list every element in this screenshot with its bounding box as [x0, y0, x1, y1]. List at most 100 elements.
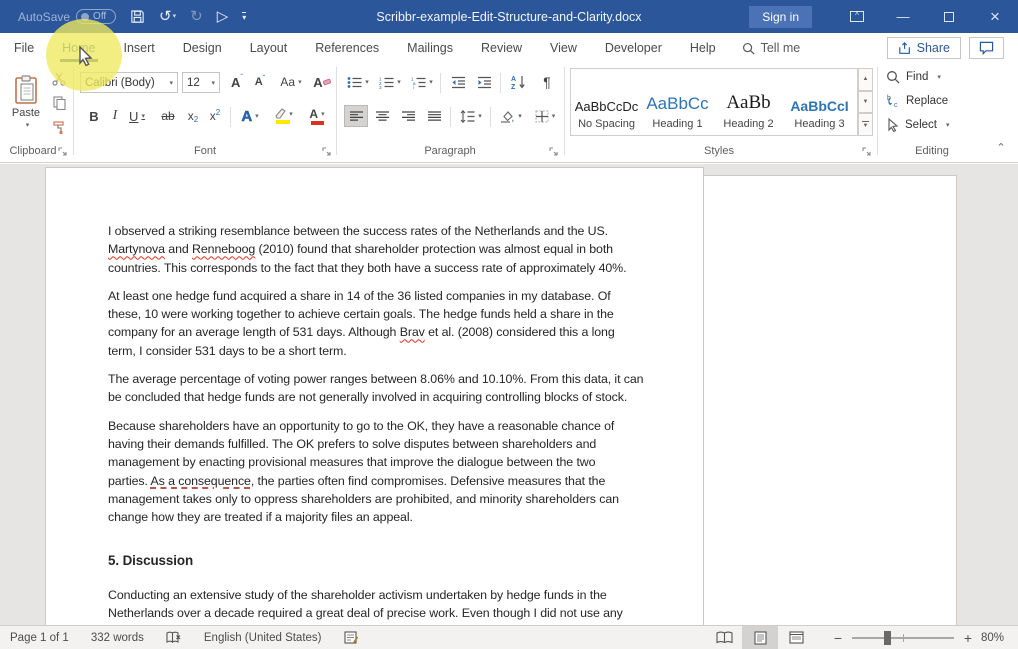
replace-button[interactable]: bc Replace: [886, 94, 948, 108]
styles-scroll-up-icon[interactable]: ▲: [858, 68, 873, 91]
increase-indent-button[interactable]: [472, 71, 496, 93]
font-name-combobox[interactable]: Calibri (Body)▾: [80, 72, 178, 93]
styles-dialog-launcher[interactable]: [862, 147, 872, 157]
tell-me-box[interactable]: Tell me: [730, 41, 813, 55]
shrink-font-button[interactable]: Aˇ: [249, 71, 271, 93]
numbering-button[interactable]: 123▾: [376, 71, 404, 93]
cut-button[interactable]: [48, 69, 70, 89]
align-left-button[interactable]: [344, 105, 368, 127]
read-mode-button[interactable]: [706, 626, 742, 649]
strikethrough-button[interactable]: ab: [156, 105, 180, 127]
find-button[interactable]: Find▾: [886, 70, 941, 84]
proofing-status-icon[interactable]: [166, 631, 182, 644]
bold-button[interactable]: B: [84, 105, 104, 127]
tab-help[interactable]: Help: [676, 34, 730, 62]
document-paragraph[interactable]: At least one hedge fund acquired a share…: [108, 289, 668, 362]
document-page[interactable]: I observed a striking resemblance betwee…: [45, 167, 704, 625]
document-paragraph[interactable]: The average percentage of voting power r…: [108, 372, 668, 409]
bullets-button[interactable]: ▾: [344, 71, 372, 93]
tab-references[interactable]: References: [301, 34, 393, 62]
styles-scroll-down-icon[interactable]: ▼: [858, 91, 873, 114]
close-button[interactable]: ×: [972, 0, 1018, 33]
text-effects-dropdown-icon[interactable]: ▾: [255, 112, 259, 120]
tab-design[interactable]: Design: [169, 34, 236, 62]
format-painter-button[interactable]: [48, 117, 70, 137]
change-case-button[interactable]: Aa▾: [276, 71, 306, 93]
grow-font-button[interactable]: Aˆ: [226, 71, 248, 93]
document-heading[interactable]: 5. Discussion: [108, 553, 668, 571]
zoom-percentage[interactable]: 80%: [974, 632, 1018, 644]
line-spacing-dropdown-icon[interactable]: ▾: [478, 112, 482, 120]
collapse-ribbon-icon[interactable]: ⌃: [992, 139, 1010, 155]
multilevel-list-button[interactable]: 1ai▾: [408, 71, 436, 93]
text-effects-button[interactable]: A▾: [236, 105, 264, 127]
page-indicator[interactable]: Page 1 of 1: [10, 632, 69, 644]
clear-formatting-button[interactable]: A: [310, 71, 334, 93]
highlight-dropdown-icon[interactable]: ▾: [289, 110, 293, 118]
macro-record-icon[interactable]: [344, 631, 359, 644]
document-paragraph[interactable]: Conducting an extensive study of the sha…: [108, 588, 668, 625]
share-button[interactable]: Share: [887, 37, 961, 59]
show-hide-paragraph-button[interactable]: ¶: [536, 71, 558, 93]
word-count[interactable]: 332 words: [91, 632, 144, 644]
web-layout-button[interactable]: [778, 626, 814, 649]
document-text[interactable]: I observed a striking resemblance betwee…: [108, 224, 668, 625]
paste-button[interactable]: Paste ▾: [6, 68, 46, 136]
shading-dropdown-icon[interactable]: ▾: [518, 112, 522, 120]
borders-dropdown-icon[interactable]: ▾: [552, 112, 556, 120]
customize-qat-icon[interactable]: ▾: [242, 12, 246, 22]
tab-view[interactable]: View: [536, 34, 591, 62]
font-dialog-launcher[interactable]: [322, 147, 332, 157]
paste-dropdown-icon[interactable]: ▾: [26, 121, 30, 129]
save-icon[interactable]: [130, 9, 145, 24]
comments-button[interactable]: [969, 37, 1004, 59]
superscript-button[interactable]: x2: [204, 105, 226, 127]
zoom-out-button[interactable]: −: [832, 630, 844, 646]
tab-developer[interactable]: Developer: [591, 34, 676, 62]
tab-insert[interactable]: Insert: [110, 34, 169, 62]
tab-home[interactable]: Home: [48, 34, 109, 62]
find-dropdown-icon[interactable]: ▾: [937, 73, 941, 81]
italic-button[interactable]: I: [106, 105, 124, 127]
tab-file[interactable]: File: [0, 34, 48, 62]
underline-button[interactable]: U▾: [124, 105, 150, 127]
print-layout-button[interactable]: [742, 626, 778, 649]
style-heading-1[interactable]: AaBbCc Heading 1: [642, 69, 713, 135]
subscript-button[interactable]: x2: [182, 105, 204, 127]
undo-dropdown-icon[interactable]: ▾: [173, 13, 177, 20]
zoom-slider-handle[interactable]: [884, 631, 891, 645]
line-spacing-button[interactable]: ▾: [456, 105, 486, 127]
autosave-toggle[interactable]: AutoSave Off: [18, 9, 116, 24]
multilevel-dropdown-icon[interactable]: ▾: [429, 78, 433, 86]
font-name-dropdown-icon[interactable]: ▾: [169, 79, 173, 87]
undo-button[interactable]: ↺▾: [159, 9, 176, 24]
select-button[interactable]: Select▾: [886, 118, 949, 132]
style-no-spacing[interactable]: AaBbCcDc No Spacing: [571, 69, 642, 135]
font-color-button[interactable]: A▾: [302, 105, 332, 127]
tab-mailings[interactable]: Mailings: [393, 34, 467, 62]
select-dropdown-icon[interactable]: ▾: [946, 121, 950, 129]
font-size-combobox[interactable]: 12▾: [182, 72, 220, 93]
align-center-button[interactable]: [370, 105, 394, 127]
style-heading-2[interactable]: AaBb Heading 2: [713, 69, 784, 135]
clipboard-dialog-launcher[interactable]: [58, 147, 68, 157]
language-indicator[interactable]: English (United States): [204, 632, 322, 644]
underline-dropdown-icon[interactable]: ▾: [141, 112, 145, 120]
justify-button[interactable]: [422, 105, 446, 127]
sort-button[interactable]: AZ: [506, 71, 532, 93]
autosave-switch[interactable]: Off: [76, 9, 116, 24]
decrease-indent-button[interactable]: [446, 71, 470, 93]
zoom-in-button[interactable]: +: [962, 630, 974, 646]
tab-layout[interactable]: Layout: [236, 34, 302, 62]
font-size-dropdown-icon[interactable]: ▾: [211, 79, 215, 87]
document-paragraph[interactable]: Because shareholders have an opportunity…: [108, 419, 668, 529]
styles-more-icon[interactable]: ▼: [858, 113, 873, 136]
minimize-button[interactable]: —: [880, 0, 926, 33]
sign-in-button[interactable]: Sign in: [749, 6, 812, 28]
text-highlight-button[interactable]: ▾: [268, 105, 298, 127]
borders-button[interactable]: ▾: [530, 105, 560, 127]
font-color-dropdown-icon[interactable]: ▾: [321, 110, 325, 118]
style-heading-3[interactable]: AaBbCcI Heading 3: [784, 69, 855, 135]
align-right-button[interactable]: [396, 105, 420, 127]
bullets-dropdown-icon[interactable]: ▾: [365, 78, 369, 86]
